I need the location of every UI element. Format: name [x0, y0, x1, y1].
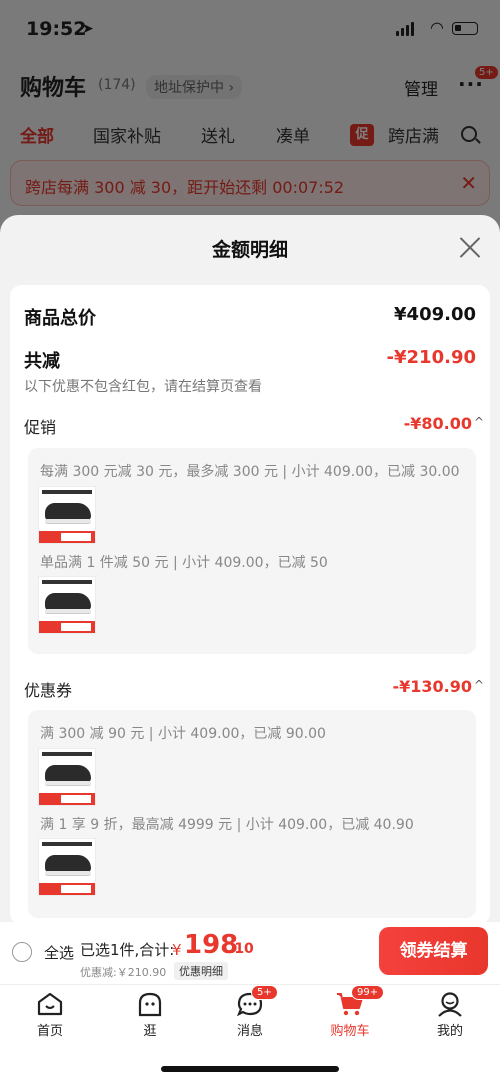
message-badge: 5+ [251, 985, 278, 1000]
selected-info: 已选1件,合计: [80, 941, 175, 959]
reduce-note: 以下优惠不包含红包，请在结算页查看 [24, 379, 262, 395]
tab-label: 购物车 [330, 1024, 370, 1039]
tab-message[interactable]: 消息 5+ [215, 985, 285, 1041]
tab-home[interactable]: 首页 [15, 985, 85, 1041]
total-value: ¥409.00 [394, 304, 476, 325]
close-icon[interactable] [458, 235, 482, 259]
reduce-label: 共减 [24, 351, 60, 372]
tab-label: 消息 [236, 1024, 263, 1039]
tab-label: 逛 [143, 1024, 157, 1039]
tab-explore[interactable]: 逛 [115, 985, 185, 1041]
cart-badge: 99+ [351, 985, 385, 1000]
chevron-up-icon[interactable]: ^ [474, 678, 484, 692]
tab-label: 我的 [436, 1024, 463, 1039]
home-icon [37, 992, 63, 1016]
total-label: 商品总价 [24, 308, 96, 329]
product-thumbnail[interactable] [38, 486, 96, 544]
promotion-value[interactable]: -¥80.00 [404, 414, 472, 433]
tab-profile[interactable]: 我的 [415, 985, 485, 1041]
promotion-rule: 每满 300 元减 30 元，最多减 300 元 | 小计 409.00，已减 … [40, 464, 460, 480]
coupon-rule: 满 300 减 90 元 | 小计 409.00，已减 90.00 [40, 726, 326, 742]
product-thumbnail[interactable] [38, 576, 96, 634]
discount-detail-link[interactable]: 优惠明细 [174, 962, 228, 980]
coupon-detail-box: 满 300 减 90 元 | 小计 409.00，已减 90.00 满 1 享 … [28, 710, 476, 918]
reduce-value: -¥210.90 [386, 347, 476, 368]
coupon-label: 优惠券 [24, 681, 73, 700]
select-all-label[interactable]: 全选 [44, 942, 74, 963]
promotion-detail-box: 每满 300 元减 30 元，最多减 300 元 | 小计 409.00，已减 … [28, 448, 476, 654]
coupon-rule: 满 1 享 9 折，最高减 4999 元 | 小计 409.00，已减 40.9… [40, 817, 414, 833]
profile-icon [438, 992, 462, 1017]
product-thumbnail[interactable] [38, 748, 96, 806]
coupon-value[interactable]: -¥130.90 [392, 677, 472, 696]
tab-cart[interactable]: 购物车 99+ [315, 985, 385, 1041]
tab-label: 首页 [36, 1024, 63, 1039]
sheet-title: 金额明细 [211, 239, 288, 261]
home-indicator [161, 1066, 339, 1072]
total-amount-decimal: .10 [229, 941, 254, 957]
promotion-rule: 单品满 1 件减 50 元 | 小计 409.00，已减 50 [40, 555, 328, 571]
promotion-label: 促销 [24, 418, 57, 437]
checkout-button[interactable]: 领券结算 [379, 927, 488, 975]
chevron-up-icon[interactable]: ^ [474, 415, 484, 429]
checkout-bar: 全选 已选1件,合计: ¥ 198 .10 优惠减:￥210.90 优惠明细 领… [0, 922, 500, 984]
product-thumbnail[interactable] [38, 838, 96, 896]
discount-summary: 优惠减:￥210.90 [80, 966, 167, 979]
amount-detail-card: 商品总价 ¥409.00 共减 -¥210.90 以下优惠不包含红包，请在结算页… [10, 285, 490, 925]
currency-symbol: ¥ [172, 941, 182, 959]
select-all-checkbox[interactable] [12, 942, 32, 962]
explore-icon [138, 992, 162, 1017]
